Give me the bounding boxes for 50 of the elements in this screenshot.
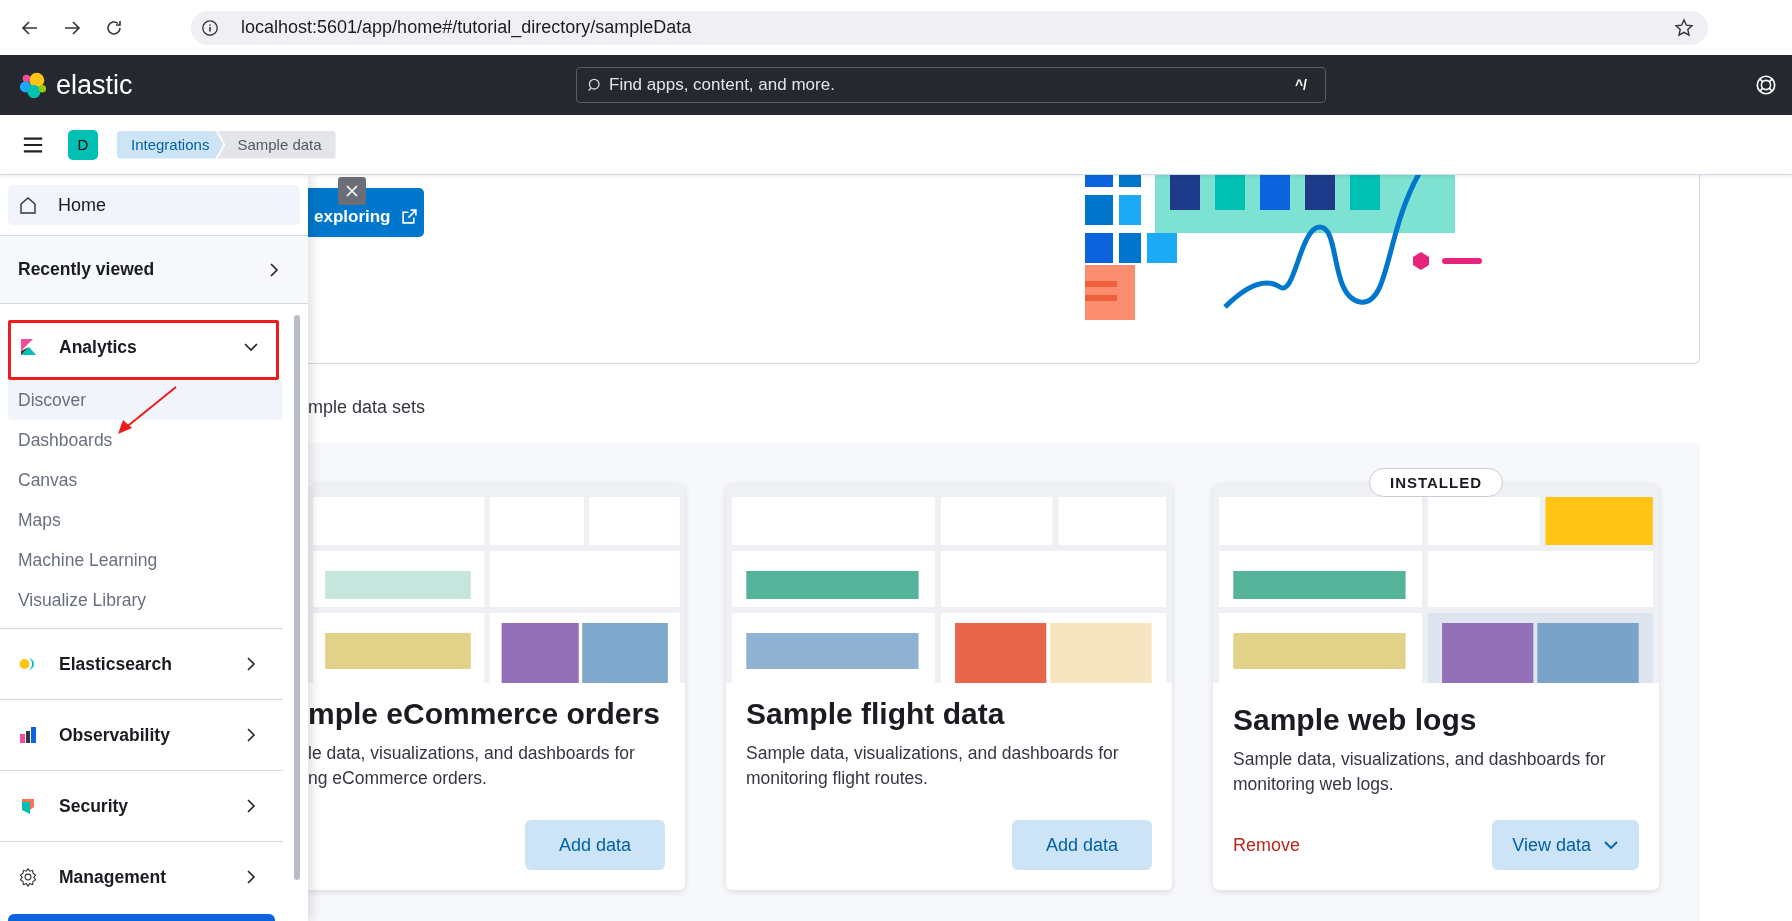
card-title: Sample flight data [746,697,1006,731]
home-icon [18,195,38,215]
remove-link[interactable]: Remove [1233,834,1301,856]
nav-item[interactable]: Discover [8,380,283,420]
nav-item[interactable]: Visualize Library [8,580,283,620]
nav-group-header[interactable]: Management [0,842,283,912]
info-icon[interactable] [201,18,219,37]
nav-group-header[interactable]: Analytics [0,314,283,380]
card-description: le data, visualizations, and dashboards for [308,742,636,765]
nav-item[interactable]: Machine Learning [8,540,283,580]
help-icon[interactable] [1755,74,1777,96]
card-description: Sample data, visualizations, and dashboards for [746,742,1120,765]
bar-chart-icon [18,725,38,745]
card-description: ng eCommerce orders. [308,767,488,790]
recently-viewed-header[interactable]: Recently viewed [0,236,308,304]
star-icon[interactable] [1674,17,1694,38]
nav-group-header[interactable]: Security [0,771,283,841]
address-bar[interactable]: localhost:5601/app/home#/tutorial_directory/sampleData [191,10,1708,45]
nav-item[interactable]: Canvas [8,460,283,500]
card-title: Sample web logs [1233,703,1478,737]
search-field[interactable]: Find apps, content, and more. ^/ [576,67,1326,103]
space-avatar[interactable]: D [68,129,98,160]
external-link-icon [400,208,418,225]
arrow [118,385,178,435]
nav-home-item[interactable]: Home [8,185,300,225]
card-description: monitoring web logs. [1233,773,1395,796]
nav-item[interactable]: Maps [8,500,283,540]
analytics-logo-icon [18,337,38,357]
view-data-button[interactable]: View data [1492,820,1639,870]
gear-icon [18,867,38,887]
section-heading: mple data sets [308,397,427,419]
status-badge: INSTALLED [1368,468,1504,497]
card-description: monitoring flight routes. [746,767,929,790]
nav-item[interactable]: Dashboards [8,420,283,460]
close-popover[interactable] [338,177,366,205]
close-icon [345,184,359,198]
card-title: mple eCommerce orders [308,697,661,731]
card-description: Sample data, visualizations, and dashboards for [1233,748,1607,771]
nav-group-header[interactable]: Elasticsearch [0,629,283,699]
shortcut-hint: ^/ [1294,77,1307,93]
scrollbar[interactable] [294,315,300,880]
add-data-button[interactable]: Add data [525,820,665,870]
search-icon [587,77,603,93]
explore-button[interactable]: exploring [308,188,424,237]
breadcrumb[interactable]: Integrations [117,130,224,159]
breadcrumb[interactable]: Sample data [217,130,336,159]
nav-group-header[interactable]: Observability [0,700,283,770]
elastic-logo-icon [18,70,48,100]
add-data-button[interactable]: Add data [1012,820,1152,870]
logo-text[interactable]: elastic [56,69,576,101]
